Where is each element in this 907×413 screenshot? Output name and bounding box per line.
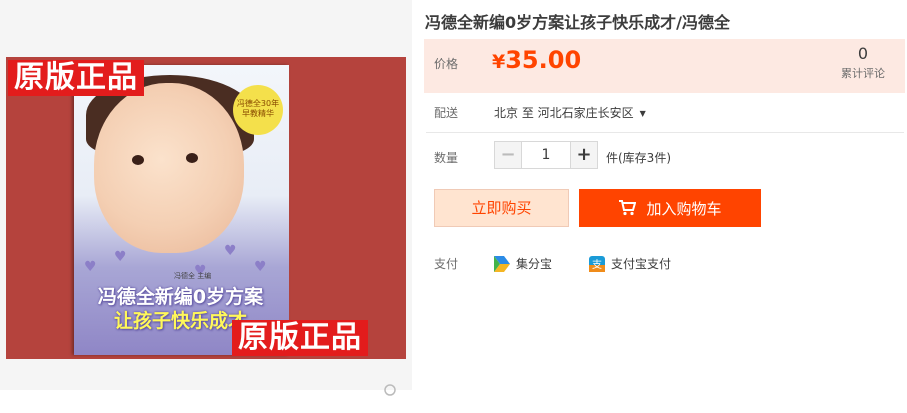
authentic-stamp-bottom: 原版正品 xyxy=(232,320,368,356)
stock-info: 件(库存3件) xyxy=(606,151,671,165)
add-to-cart-button[interactable]: 加入购物车 xyxy=(579,189,761,227)
quantity-stepper: − 1 + xyxy=(494,141,598,169)
quantity-input[interactable]: 1 xyxy=(522,141,570,169)
product-gallery: 冯德全30年早教精华 ♥ ♥ ♥ ♥ ♥ 冯德全 主编 冯德全新编0岁方案 让孩… xyxy=(0,0,412,413)
shipping-label: 配送 xyxy=(434,106,459,120)
quantity-label: 数量 xyxy=(434,151,459,165)
product-title: 冯德全新编0岁方案让孩子快乐成才/冯德全 xyxy=(425,13,730,32)
review-count[interactable]: 0 累计评论 xyxy=(828,44,898,81)
divider xyxy=(426,132,904,133)
price-label: 价格 xyxy=(434,57,459,71)
increase-button[interactable]: + xyxy=(570,141,598,169)
jifenbao-icon xyxy=(494,255,510,272)
shipping-selector[interactable]: 北京 至 河北石家庄长安区 ▼ xyxy=(494,104,646,121)
cover-badge: 冯德全30年早教精华 xyxy=(233,85,283,135)
buy-now-button[interactable]: 立即购买 xyxy=(434,189,569,227)
alipay-icon: 支 xyxy=(589,255,605,272)
book-cover: 冯德全30年早教精华 ♥ ♥ ♥ ♥ ♥ 冯德全 主编 冯德全新编0岁方案 让孩… xyxy=(74,65,289,355)
cover-author: 冯德全 主编 xyxy=(174,272,212,280)
price-value: ¥35.00 xyxy=(492,46,582,74)
payment-alipay: 支 支付宝支付 xyxy=(589,255,671,272)
payment-label: 支付 xyxy=(434,257,459,271)
cart-icon xyxy=(619,200,637,216)
zoom-icon[interactable] xyxy=(383,383,399,399)
caret-down-icon: ▼ xyxy=(639,109,646,118)
payment-jifenbao: 集分宝 xyxy=(494,255,552,272)
svg-text:支: 支 xyxy=(592,259,602,271)
decrease-button[interactable]: − xyxy=(494,141,522,169)
product-image[interactable]: 冯德全30年早教精华 ♥ ♥ ♥ ♥ ♥ 冯德全 主编 冯德全新编0岁方案 让孩… xyxy=(6,57,406,359)
authentic-stamp-top: 原版正品 xyxy=(8,60,144,96)
price-panel: 价格 ¥35.00 0 累计评论 xyxy=(424,39,905,93)
